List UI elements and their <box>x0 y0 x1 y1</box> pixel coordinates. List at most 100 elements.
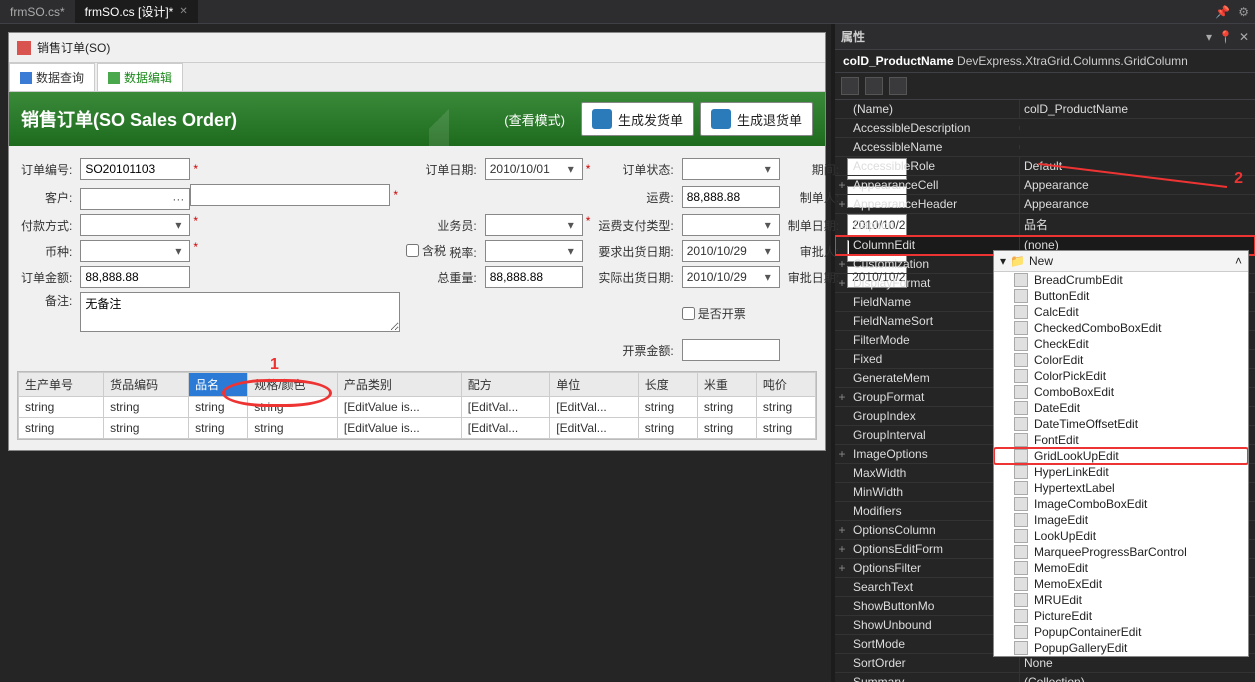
editor-option-coloredit[interactable]: ColorEdit <box>994 352 1248 368</box>
editor-option-buttonedit[interactable]: ButtonEdit <box>994 288 1248 304</box>
editor-option-datetimeoffsetedit[interactable]: DateTimeOffsetEdit <box>994 416 1248 432</box>
editor-icon <box>1014 593 1028 607</box>
chevron-down-icon[interactable]: ▾ <box>1000 254 1006 268</box>
editor-icon <box>1014 353 1028 367</box>
prop-row-appearanceheader[interactable]: +AppearanceHeaderAppearance <box>835 195 1255 214</box>
currency-combo[interactable]: ▾ <box>80 240 190 262</box>
ribbon: 销售订单(SO Sales Order) (查看模式) 生成发货单 生成退货单 <box>9 92 825 146</box>
tab-query[interactable]: 数据查询 <box>9 63 95 91</box>
wrench-icon[interactable] <box>889 77 907 95</box>
prop-row-name[interactable]: (Name)colD_ProductName <box>835 100 1255 119</box>
pin-icon[interactable]: 📍 <box>1218 30 1233 44</box>
chevron-up-icon[interactable]: ˄ <box>1235 254 1242 268</box>
gear-icon[interactable]: ⚙ <box>1238 5 1249 19</box>
ribbon-title: 销售订单(SO Sales Order) <box>21 106 237 132</box>
editor-option-comboboxedit[interactable]: ComboBoxEdit <box>994 384 1248 400</box>
tax-checkbox[interactable] <box>406 244 419 257</box>
editor-icon <box>1014 449 1028 463</box>
editor-option-imageedit[interactable]: ImageEdit <box>994 512 1248 528</box>
invoice-checkbox[interactable] <box>682 307 695 320</box>
editor-option-memoexedit[interactable]: MemoExEdit <box>994 576 1248 592</box>
edit-icon <box>108 72 120 84</box>
editor-icon <box>1014 609 1028 623</box>
detail-grid[interactable]: 生产单号 货品编码 品名 规格/颜色 产品类别 配方 单位 长度 米重 吨价 <box>17 371 817 440</box>
editor-option-popupgalleryedit[interactable]: PopupGalleryEdit <box>994 640 1248 656</box>
close-icon[interactable]: ✕ <box>179 6 187 17</box>
freight-paytype-combo[interactable]: ▾ <box>682 214 780 236</box>
editor-option-mruedit[interactable]: MRUEdit <box>994 592 1248 608</box>
prop-row-summary[interactable]: Summary(Collection) <box>835 673 1255 682</box>
editor-option-imagecomboboxedit[interactable]: ImageComboBoxEdit <box>994 496 1248 512</box>
table-row[interactable]: stringstringstringstring [EditValue is..… <box>19 397 816 418</box>
editor-option-hyperlinkedit[interactable]: HyperLinkEdit <box>994 464 1248 480</box>
salesman-combo[interactable]: ▾ <box>485 214 583 236</box>
editor-option-gridlookupedit[interactable]: GridLookUpEdit <box>994 448 1248 464</box>
editor-icon <box>1014 337 1028 351</box>
editor-option-marqueeprogressbarcontrol[interactable]: MarqueeProgressBarControl <box>994 544 1248 560</box>
req-date-picker[interactable]: 2010/10/29▾ <box>682 240 780 262</box>
editor-option-breadcrumbedit[interactable]: BreadCrumbEdit <box>994 272 1248 288</box>
prop-row-accessiblerole[interactable]: AccessibleRoleDefault <box>835 157 1255 176</box>
btn-generate-return[interactable]: 生成退货单 <box>700 102 813 136</box>
pin-icon[interactable]: 📌 <box>1215 5 1230 19</box>
customer-name-input[interactable] <box>190 184 390 206</box>
editor-option-pictureedit[interactable]: PictureEdit <box>994 608 1248 624</box>
order-amount-input[interactable] <box>80 266 190 288</box>
editor-icon <box>1014 369 1028 383</box>
editor-option-hypertextlabel[interactable]: HypertextLabel <box>994 480 1248 496</box>
editor-icon <box>1014 385 1028 399</box>
editor-option-dateedit[interactable]: DateEdit <box>994 400 1248 416</box>
alpha-sort-icon[interactable] <box>865 77 883 95</box>
order-status-combo[interactable]: ▾ <box>682 158 780 180</box>
selected-object[interactable]: colD_ProductName DevExpress.XtraGrid.Col… <box>835 50 1255 73</box>
tab-frmso-cs[interactable]: frmSO.cs* <box>0 0 75 23</box>
close-icon[interactable]: ✕ <box>1239 30 1249 44</box>
editor-icon <box>1014 625 1028 639</box>
editor-option-memoedit[interactable]: MemoEdit <box>994 560 1248 576</box>
designer-surface: 销售订单(SO) 数据查询 数据编辑 销售订单(SO Sales Order) … <box>0 24 835 682</box>
tab-edit[interactable]: 数据编辑 <box>97 63 183 91</box>
editor-option-popupcontaineredit[interactable]: PopupContainerEdit <box>994 624 1248 640</box>
btn-generate-ship[interactable]: 生成发货单 <box>581 102 694 136</box>
properties-panel: 属性 ▾ 📍 ✕ colD_ProductName DevExpress.Xtr… <box>835 24 1255 682</box>
prop-row-accessiblename[interactable]: AccessibleName <box>835 138 1255 157</box>
editor-option-checkedcomboboxedit[interactable]: CheckedComboBoxEdit <box>994 320 1248 336</box>
form-icon <box>17 41 31 55</box>
folder-icon: 📁 <box>1010 254 1025 268</box>
editor-option-calcedit[interactable]: CalcEdit <box>994 304 1248 320</box>
form-title: 销售订单(SO) <box>37 39 110 56</box>
document-tabstrip: frmSO.cs* frmSO.cs [设计]*✕ 📌 ⚙ <box>0 0 1255 24</box>
search-icon <box>20 72 32 84</box>
freight-input[interactable] <box>682 186 780 208</box>
tab-frmso-design[interactable]: frmSO.cs [设计]*✕ <box>75 0 198 23</box>
prop-row-accessibledescription[interactable]: AccessibleDescription <box>835 119 1255 138</box>
paytype-combo[interactable]: ▾ <box>80 214 190 236</box>
editor-icon <box>1014 529 1028 543</box>
dropdown-icon[interactable]: ▾ <box>1206 30 1212 44</box>
actual-date-picker[interactable]: 2010/10/29▾ <box>682 266 780 288</box>
editor-option-checkedit[interactable]: CheckEdit <box>994 336 1248 352</box>
editor-option-lookupedit[interactable]: LookUpEdit <box>994 528 1248 544</box>
editor-icon <box>1014 417 1028 431</box>
view-mode-label: (查看模式) <box>504 110 565 129</box>
editor-icon <box>1014 305 1028 319</box>
remark-textarea[interactable] <box>80 292 400 332</box>
panel-title: 属性 <box>841 28 865 45</box>
editor-option-fontedit[interactable]: FontEdit <box>994 432 1248 448</box>
customer-lookup[interactable]: ··· <box>80 188 190 210</box>
taxrate-combo[interactable]: ▾ <box>485 240 583 262</box>
prop-row-appearancecell[interactable]: +AppearanceCellAppearance <box>835 176 1255 195</box>
editor-option-colorpickedit[interactable]: ColorPickEdit <box>994 368 1248 384</box>
editor-icon <box>1014 641 1028 655</box>
editor-icon <box>1014 561 1028 575</box>
categorize-icon[interactable] <box>841 77 859 95</box>
grid-col-product-name[interactable]: 品名 <box>189 373 248 397</box>
order-no-input[interactable] <box>80 158 190 180</box>
prop-row-caption[interactable]: Caption品名 <box>835 214 1255 236</box>
order-date-picker[interactable]: 2010/10/01▾ <box>485 158 583 180</box>
column-edit-dropdown[interactable]: ▾ 📁 New ˄ BreadCrumbEditButtonEditCalcEd… <box>993 250 1249 657</box>
invoice-amount-input[interactable] <box>682 339 780 361</box>
table-row[interactable]: stringstringstringstring [EditValue is..… <box>19 418 816 439</box>
ship-icon <box>592 109 612 129</box>
total-weight-input[interactable] <box>485 266 583 288</box>
